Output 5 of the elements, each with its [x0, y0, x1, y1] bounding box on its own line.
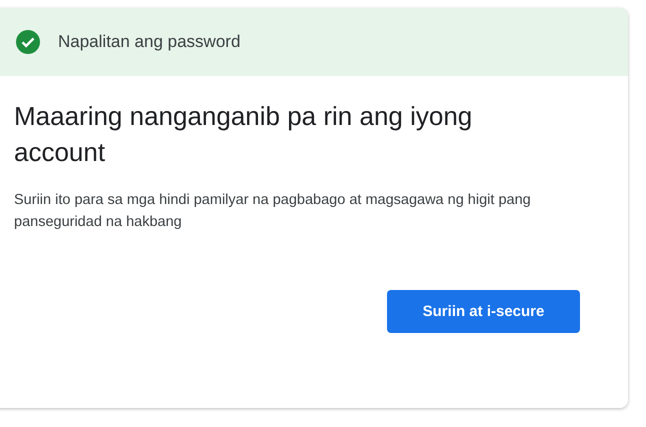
description: Suriin ito para sa mga hindi pamilyar na pagbabago at magsagawa ng higit pang panseguridad na hakbang [14, 191, 532, 232]
heading: Maaaring nanganganib pa rin ang iyong account [14, 100, 474, 169]
secure-button[interactable]: Suriin at i-secure [387, 290, 580, 333]
banner-message: Napalitan ang password [58, 32, 240, 52]
check-circle-icon [16, 30, 40, 54]
